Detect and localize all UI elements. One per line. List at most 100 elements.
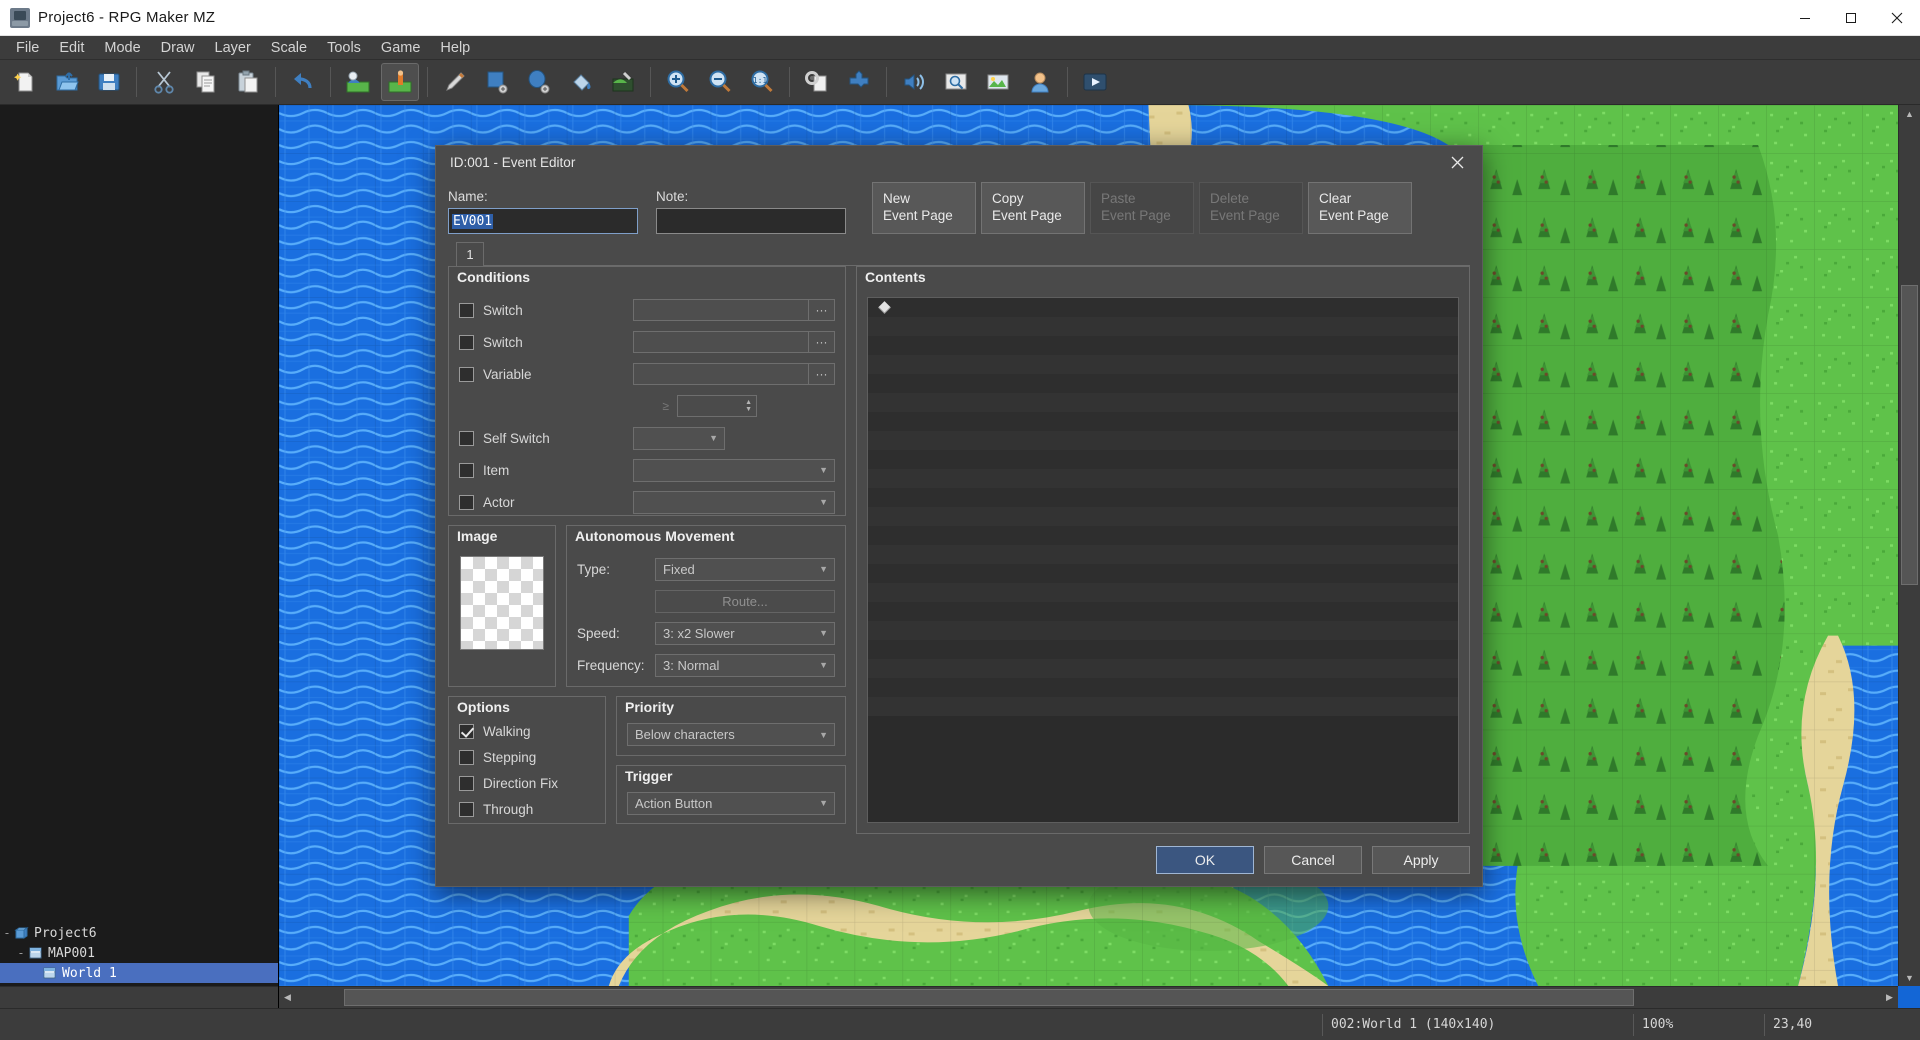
- note-input[interactable]: [656, 208, 846, 234]
- menu-scale[interactable]: Scale: [261, 38, 317, 58]
- contents-list-item[interactable]: [868, 431, 1458, 450]
- movement-type-dropdown[interactable]: Fixed ▼: [655, 558, 835, 581]
- variable-value-spinner[interactable]: ▲▼: [677, 395, 757, 417]
- contents-list-item[interactable]: [868, 393, 1458, 412]
- sound-test-icon[interactable]: [895, 63, 933, 101]
- scroll-up-arrow[interactable]: ▲: [1899, 105, 1920, 122]
- copy-event-page-button[interactable]: Copy Event Page: [981, 182, 1085, 234]
- scroll-left-arrow[interactable]: ◀: [279, 987, 296, 1008]
- contents-list-item[interactable]: [868, 298, 1458, 317]
- direction-fix-checkbox[interactable]: [459, 776, 474, 791]
- contents-list-item[interactable]: [868, 336, 1458, 355]
- fill-icon[interactable]: [562, 63, 600, 101]
- contents-list-item[interactable]: [868, 526, 1458, 545]
- switch-2-field[interactable]: [633, 331, 809, 353]
- movement-frequency-dropdown[interactable]: 3: Normal ▼: [655, 654, 835, 677]
- variable-checkbox[interactable]: [459, 367, 474, 382]
- walking-checkbox[interactable]: [459, 724, 474, 739]
- contents-list-item[interactable]: [868, 374, 1458, 393]
- tree-expander[interactable]: -: [0, 926, 14, 940]
- stepping-checkbox[interactable]: [459, 750, 474, 765]
- spinner-arrows[interactable]: ▲▼: [745, 399, 756, 413]
- contents-list-item[interactable]: [868, 564, 1458, 583]
- menu-edit[interactable]: Edit: [49, 38, 94, 58]
- contents-list-item[interactable]: [868, 507, 1458, 526]
- contents-list-item[interactable]: [868, 659, 1458, 678]
- switch-2-checkbox[interactable]: [459, 335, 474, 350]
- switch-1-checkbox[interactable]: [459, 303, 474, 318]
- paste-icon[interactable]: [229, 63, 267, 101]
- map-vertical-scrollbar[interactable]: ▲ ▼: [1898, 105, 1920, 986]
- zoom-out-icon[interactable]: [701, 63, 739, 101]
- tree-item-world-1[interactable]: World 1: [0, 963, 278, 983]
- item-dropdown[interactable]: ▼: [633, 459, 835, 482]
- contents-list-item[interactable]: [868, 488, 1458, 507]
- new-event-page-button[interactable]: New Event Page: [872, 182, 976, 234]
- clear-event-page-button[interactable]: Clear Event Page: [1308, 182, 1412, 234]
- contents-list-item[interactable]: [868, 469, 1458, 488]
- zoom-in-icon[interactable]: [659, 63, 697, 101]
- sidebar-horizontal-scrollbar[interactable]: [0, 986, 278, 1008]
- actor-checkbox[interactable]: [459, 495, 474, 510]
- name-input[interactable]: EV001: [448, 208, 638, 234]
- minimize-icon[interactable]: [1782, 0, 1828, 36]
- contents-list-item[interactable]: [868, 355, 1458, 374]
- trigger-dropdown[interactable]: Action Button ▼: [627, 792, 835, 815]
- playtest-icon[interactable]: [1076, 63, 1114, 101]
- menu-draw[interactable]: Draw: [151, 38, 205, 58]
- rectangle-icon[interactable]: [478, 63, 516, 101]
- switch-2-browse-button[interactable]: ···: [809, 331, 835, 353]
- save-project-icon[interactable]: [90, 63, 128, 101]
- self-switch-checkbox[interactable]: [459, 431, 474, 446]
- menu-layer[interactable]: Layer: [205, 38, 261, 58]
- contents-list-item[interactable]: [868, 412, 1458, 431]
- resource-manager-icon[interactable]: [979, 63, 1017, 101]
- pencil-icon[interactable]: [436, 63, 474, 101]
- shadow-pen-icon[interactable]: [604, 63, 642, 101]
- tree-item-map001[interactable]: - MAP001: [0, 943, 278, 963]
- contents-list-item[interactable]: [868, 545, 1458, 564]
- contents-list-item[interactable]: [868, 678, 1458, 697]
- scroll-down-arrow[interactable]: ▼: [1899, 969, 1920, 986]
- ellipse-icon[interactable]: [520, 63, 558, 101]
- switch-1-browse-button[interactable]: ···: [809, 299, 835, 321]
- variable-field[interactable]: [633, 363, 809, 385]
- contents-list-item[interactable]: [868, 583, 1458, 602]
- undo-icon[interactable]: [284, 63, 322, 101]
- event-searcher-icon[interactable]: [937, 63, 975, 101]
- contents-list[interactable]: [867, 297, 1459, 823]
- menu-help[interactable]: Help: [430, 38, 480, 58]
- contents-list-item[interactable]: [868, 697, 1458, 716]
- map-mode-icon[interactable]: [339, 63, 377, 101]
- contents-list-item[interactable]: [868, 602, 1458, 621]
- copy-icon[interactable]: [187, 63, 225, 101]
- map-horizontal-scrollbar[interactable]: ◀ ▶: [279, 986, 1898, 1008]
- maximize-icon[interactable]: [1828, 0, 1874, 36]
- cancel-button[interactable]: Cancel: [1264, 846, 1362, 874]
- ok-button[interactable]: OK: [1156, 846, 1254, 874]
- open-project-icon[interactable]: [48, 63, 86, 101]
- menu-tools[interactable]: Tools: [317, 38, 371, 58]
- plugin-manager-icon[interactable]: [840, 63, 878, 101]
- actor-dropdown[interactable]: ▼: [633, 491, 835, 514]
- contents-list-item[interactable]: [868, 621, 1458, 640]
- close-icon[interactable]: [1874, 0, 1920, 36]
- scroll-thumb[interactable]: [344, 989, 1634, 1006]
- contents-list-item[interactable]: [868, 640, 1458, 659]
- tree-expander[interactable]: -: [14, 946, 28, 960]
- self-switch-dropdown[interactable]: ▼: [633, 427, 725, 450]
- close-icon[interactable]: [1440, 148, 1474, 176]
- scroll-thumb[interactable]: [1901, 285, 1918, 585]
- character-generator-icon[interactable]: [1021, 63, 1059, 101]
- scroll-right-arrow[interactable]: ▶: [1881, 987, 1898, 1008]
- contents-list-item[interactable]: [868, 450, 1458, 469]
- tab-page-1[interactable]: 1: [456, 242, 484, 266]
- apply-button[interactable]: Apply: [1372, 846, 1470, 874]
- contents-list-item[interactable]: [868, 317, 1458, 336]
- variable-browse-button[interactable]: ···: [809, 363, 835, 385]
- tree-item-project6[interactable]: - Project6: [0, 923, 278, 943]
- through-checkbox[interactable]: [459, 802, 474, 817]
- priority-dropdown[interactable]: Below characters ▼: [627, 723, 835, 746]
- zoom-actual-icon[interactable]: 1:1: [743, 63, 781, 101]
- menu-file[interactable]: File: [6, 38, 49, 58]
